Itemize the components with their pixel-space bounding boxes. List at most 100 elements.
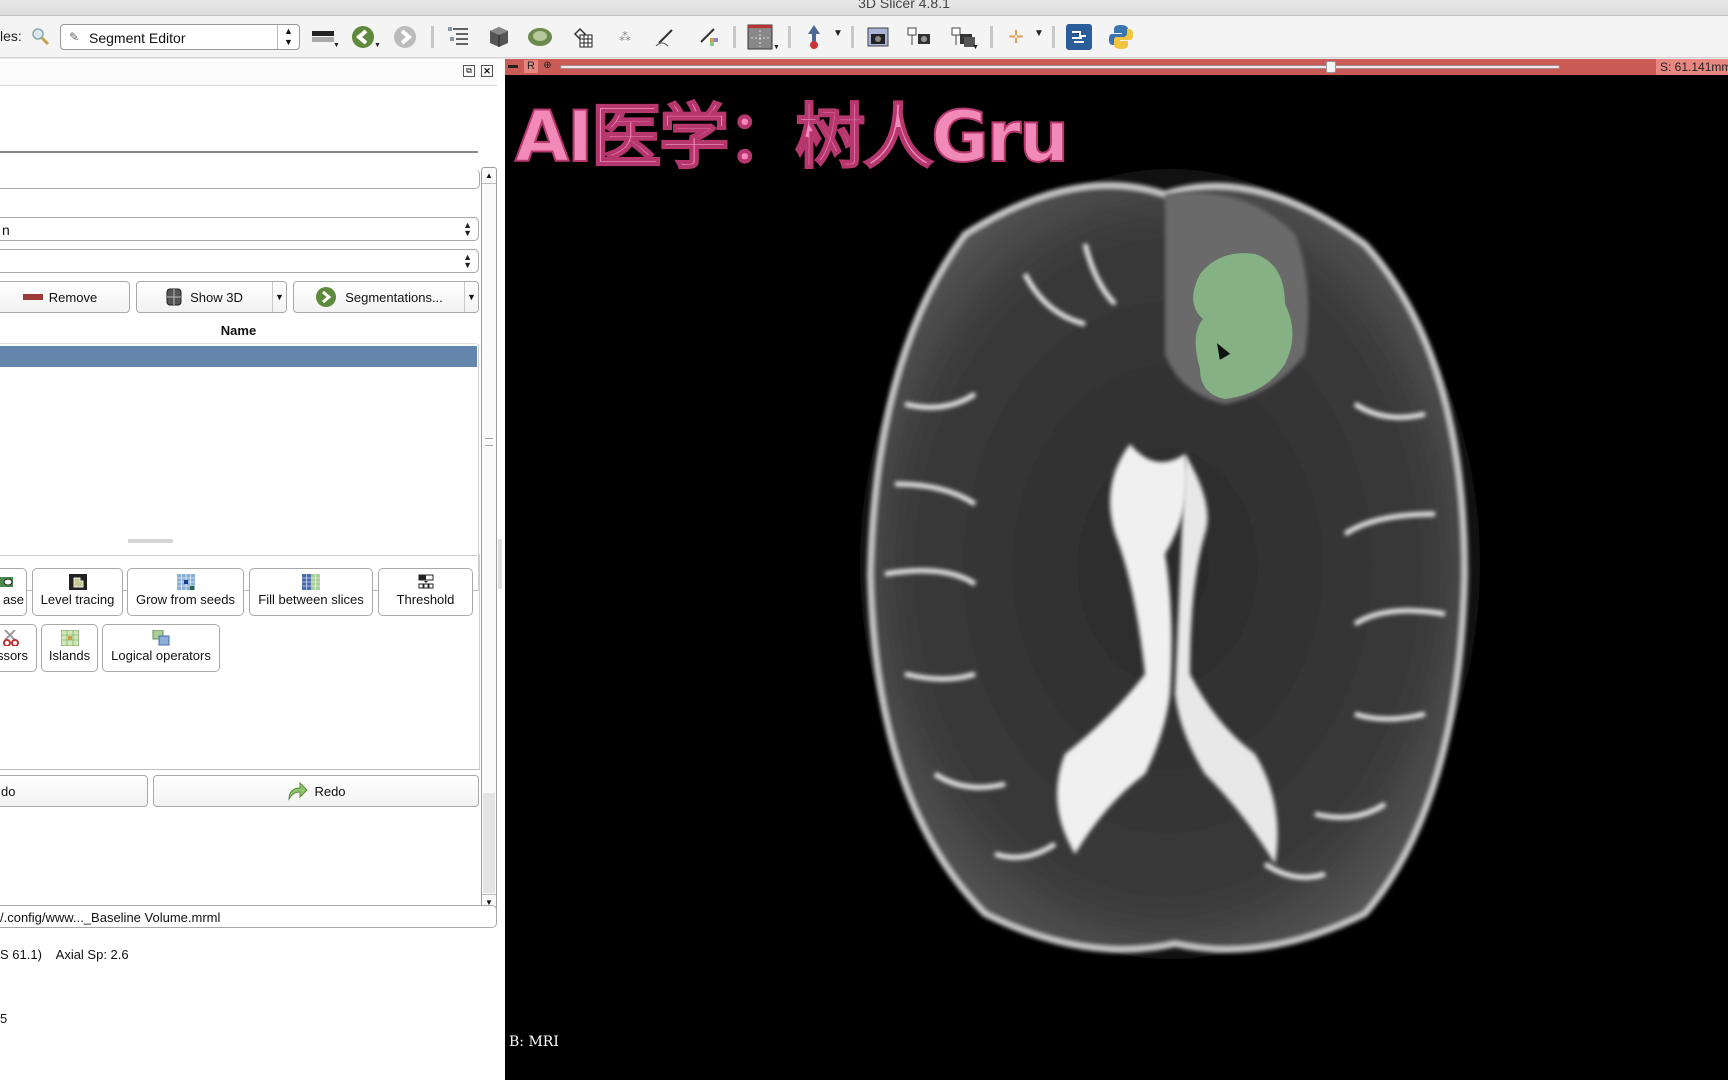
back-icon[interactable] [350,24,376,50]
data-probe-status: S 61.1) Axial Sp: 2.6 [0,947,129,962]
effect-label: Fill between slices [258,592,364,607]
table-row[interactable] [0,346,477,367]
transforms-icon[interactable] [570,24,596,50]
effect-fill-between-slices-button[interactable]: Fill between slices [249,568,373,616]
undo-button[interactable]: do [0,775,148,807]
segment-editor-icon: ✎ [69,30,80,44]
spinner-arrows-icon: ▲ ▼ [277,25,299,49]
remove-icon [22,294,43,300]
splitter-handle[interactable] [128,539,173,543]
link-icon[interactable]: ⊕ [541,60,554,73]
models-icon[interactable] [527,24,553,50]
screenshot-icon[interactable] [865,24,891,50]
scissors-icon [3,630,19,646]
slice-slider-handle[interactable] [1326,61,1336,73]
remove-label: Remove [48,289,98,305]
dropdown-arrow-icon[interactable]: ▼ [833,28,843,39]
dropdown-arrow-icon[interactable]: ▼ [1034,28,1044,39]
master-volume-selector[interactable]: ▲ ▼ [0,249,479,273]
scene-view-icon[interactable] [906,24,932,50]
toolbar-separator [733,26,736,48]
segmentation-selector[interactable]: n ▲ ▼ [0,217,479,241]
red-slice-view[interactable]: ▬ R ⊕ S: 61.141mm AI医学：树人Gru B: MRI [505,59,1728,1080]
view-volume-label: B: MRI [509,1034,559,1050]
threshold-icon [418,574,433,589]
spinner-arrows-icon: ▲ ▼ [463,220,472,238]
scene-path-value: /.config/www..._Baseline Volume.mrml [0,910,221,925]
data-probe-value: 5 [0,1011,8,1026]
mri-axial-slice [860,169,1480,959]
module-selector[interactable]: ✎ Segment Editor ▲ ▼ [60,24,300,50]
close-icon[interactable]: ✕ [481,65,493,77]
search-icon[interactable] [30,26,50,46]
dropdown-arrow-icon[interactable]: ▼ [972,44,979,51]
toolbar-separator [431,26,434,48]
column-header-name[interactable]: Name [0,318,477,344]
editor-icon[interactable] [652,24,678,50]
layout-icon[interactable] [747,24,773,50]
watermark-overlay: AI医学：树人Gru [514,95,1070,179]
crosshair-icon[interactable]: ✛ [1003,24,1029,50]
effect-label: Grow from seeds [136,592,235,607]
effect-label: ssors [0,648,28,663]
crosshair-fiducial-icon[interactable] [801,24,827,50]
dropdown-arrow-icon[interactable]: ▼ [374,42,381,49]
redo-button[interactable]: Redo [153,775,479,807]
view-name-label[interactable]: R [524,60,538,73]
effect-grow-from-seeds-button[interactable]: Grow from seeds [127,568,244,616]
effect-level-tracing-button[interactable]: Level tracing [32,568,123,616]
effect-logical-operators-button[interactable]: Logical operators [102,624,220,672]
effect-label: Islands [48,648,91,663]
data-icon[interactable] [445,24,471,50]
slice-offset-slider[interactable] [560,61,1560,73]
redo-icon [288,781,309,801]
islands-icon [60,630,79,646]
panel-splitter[interactable] [498,539,502,589]
level-tracing-icon [68,574,87,590]
toolbar-separator [990,26,993,48]
show-3d-button[interactable]: Show 3D ▼ [136,281,287,313]
dropdown-arrow-icon[interactable]: ▼ [333,42,340,49]
scroll-up-icon[interactable]: ▲ [482,168,496,184]
panel-header: ⧉ ✕ [0,59,497,86]
fill-between-slices-icon [302,574,320,590]
spinner-arrows-icon: ▲ ▼ [463,252,472,270]
undo-label: do [1,783,16,799]
remove-segment-button[interactable]: Remove [0,281,130,313]
redo-label: Redo [314,783,346,799]
effect-erase-button[interactable]: ase [0,568,27,616]
toolbar-separator [788,26,791,48]
segmentations-button[interactable]: Segmentations... ▼ [293,281,479,313]
grow-from-seeds-icon [176,574,195,590]
show-3d-dropdown-arrow[interactable]: ▼ [272,282,286,312]
scene-path-field[interactable]: /.config/www..._Baseline Volume.mrml [0,905,497,928]
toolbar-separator [851,26,854,48]
segmentations-dropdown-arrow[interactable]: ▼ [464,282,478,312]
markups-icon[interactable]: ⁂ [612,24,638,50]
slice-offset-readout: S: 61.141mm [1656,59,1728,75]
scrollbar-thumb[interactable] [483,793,495,893]
effect-label: Logical operators [111,648,211,663]
logical-operators-icon [152,630,170,646]
dropdown-arrow-icon[interactable]: ▼ [773,44,780,51]
panel-scrollbar[interactable]: ▲ ▼ [481,167,497,911]
divider [0,151,478,153]
effect-islands-button[interactable]: Islands [41,624,98,672]
segmentations-label: Segmentations... [345,289,443,305]
effect-label: ase [3,592,24,607]
module-panel: ⧉ ✕ n ▲ ▼ ▲ ▼ Remove Show 3D ▼ Segmentatio… [0,59,505,1080]
module-selector-value: Segment Editor [89,30,186,46]
title-bar: 3D Slicer 4.8.1 [0,0,1728,16]
erase-icon [0,577,13,587]
pin-icon[interactable]: ▬ [507,60,519,73]
segment-editor-icon[interactable] [695,24,721,50]
extension-manager-icon[interactable] [1066,24,1092,50]
effect-scissors-button[interactable]: ssors [0,624,37,672]
undock-icon[interactable]: ⧉ [463,65,475,77]
python-icon[interactable] [1108,24,1134,50]
modules-label: les: [0,28,22,44]
toolbar-separator [1052,26,1055,48]
effect-threshold-button[interactable]: Threshold [378,568,473,616]
volumes-icon[interactable] [486,24,512,50]
forward-icon[interactable] [392,24,418,50]
